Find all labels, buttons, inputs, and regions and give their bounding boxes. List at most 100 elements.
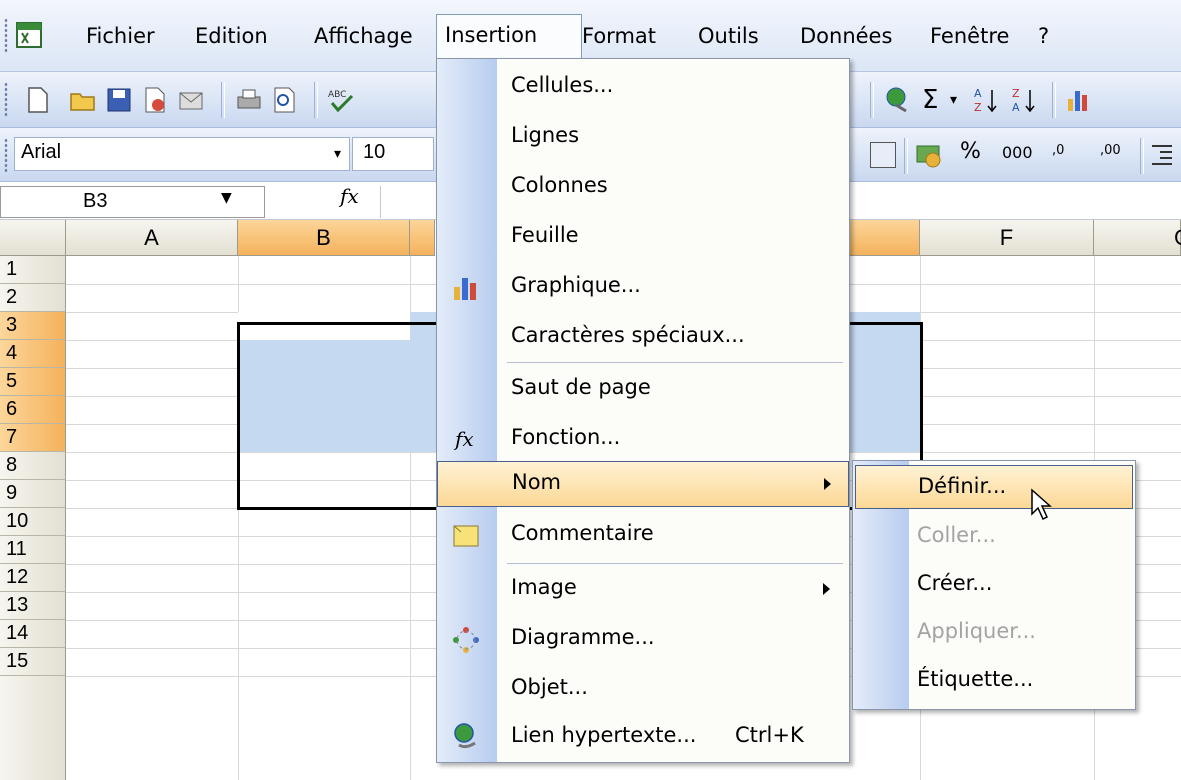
row-header-10[interactable]: 10 — [0, 508, 66, 536]
decrease-decimal-button[interactable]: ,00 — [1100, 143, 1121, 158]
column-header-f[interactable]: F — [920, 220, 1094, 256]
row-header-1[interactable]: 1 — [0, 256, 66, 284]
column-header-c[interactable] — [410, 220, 435, 256]
row-header-2[interactable]: 2 — [0, 284, 66, 312]
submenu-item-definir[interactable]: Définir... — [855, 465, 1133, 509]
row-header-11[interactable]: 11 — [0, 536, 66, 564]
row-header-9[interactable]: 9 — [0, 480, 66, 508]
row-header-5[interactable]: 5 — [0, 368, 66, 396]
formula-input[interactable] — [380, 186, 435, 218]
nom-submenu: Définir... Coller... Créer... Appliquer.… — [852, 460, 1136, 710]
svg-text:A: A — [974, 87, 982, 100]
menu-donnees[interactable]: Données — [792, 16, 900, 56]
row-header-3[interactable]: 3 — [0, 312, 66, 340]
currency-icon[interactable] — [914, 140, 944, 170]
column-header-g[interactable]: G — [1094, 220, 1181, 256]
spelling-icon[interactable]: ABC — [326, 85, 356, 115]
menubar-grip[interactable] — [4, 18, 8, 54]
row-header-4[interactable]: 4 — [0, 340, 66, 368]
menu-item-colonnes[interactable]: Colonnes — [437, 163, 849, 213]
submenu-item-creer[interactable]: Créer... — [853, 561, 1135, 611]
insertion-menu: Cellules... Lignes Colonnes Feuille Grap… — [436, 58, 850, 763]
indent-icon[interactable] — [1150, 142, 1174, 168]
svg-text:Z: Z — [974, 101, 982, 114]
submenu-item-coller: Coller... — [917, 523, 996, 547]
autosum-icon[interactable]: Σ — [922, 85, 952, 115]
row-header-15[interactable]: 15 — [0, 648, 66, 676]
permission-icon[interactable] — [140, 85, 170, 115]
chart-wizard-icon[interactable] — [1064, 85, 1094, 115]
chart-icon — [451, 273, 481, 303]
merge-center-icon[interactable] — [870, 142, 896, 168]
open-folder-icon[interactable] — [68, 85, 98, 115]
toolbar-separator — [1052, 82, 1056, 118]
save-icon[interactable] — [104, 85, 134, 115]
menu-item-nom[interactable]: Nom — [437, 461, 849, 507]
submenu-item-etiquette[interactable]: Étiquette... — [853, 657, 1135, 707]
menu-fichier[interactable]: Fichier — [78, 16, 163, 56]
menu-item-graphique[interactable]: Graphique... — [437, 263, 849, 313]
row-header-filler — [0, 676, 66, 780]
column-header-e[interactable] — [850, 220, 920, 256]
new-document-icon[interactable] — [22, 85, 52, 115]
menu-item-objet[interactable]: Objet... — [437, 665, 849, 715]
print-preview-icon[interactable] — [270, 85, 300, 115]
insert-function-icon[interactable]: fx — [340, 184, 359, 208]
font-size-box[interactable]: 10 — [352, 137, 434, 171]
row-header-6[interactable]: 6 — [0, 396, 66, 424]
menu-item-feuille[interactable]: Feuille — [437, 213, 849, 263]
menu-item-caracteres-speciaux[interactable]: Caractères spéciaux... — [437, 313, 849, 363]
menu-format[interactable]: Format — [574, 16, 664, 56]
row-header-12[interactable]: 12 — [0, 564, 66, 592]
excel-app-icon[interactable] — [14, 20, 44, 50]
name-box-dropdown-icon[interactable]: ▼ — [221, 190, 232, 206]
cell-reference: B3 — [83, 190, 108, 212]
menu-outils[interactable]: Outils — [690, 16, 767, 56]
hyperlink-icon — [451, 721, 481, 751]
menu-separator — [507, 362, 843, 363]
menu-item-lien-hypertexte[interactable]: Lien hypertexte... Ctrl+K — [437, 713, 849, 763]
comment-icon — [451, 521, 481, 551]
thousands-button[interactable]: 000 — [1002, 143, 1033, 162]
select-all-corner[interactable] — [0, 220, 66, 256]
toolbar-separator — [1140, 138, 1144, 174]
print-icon[interactable] — [234, 85, 264, 115]
name-box[interactable]: B3 ▼ — [0, 186, 265, 218]
menu-affichage[interactable]: Affichage — [306, 16, 421, 56]
increase-decimal-button[interactable]: ,0 — [1052, 143, 1064, 158]
menu-item-image[interactable]: Image — [437, 565, 849, 615]
submenu-arrow-icon — [824, 478, 831, 490]
menu-separator — [507, 563, 843, 564]
mouse-cursor-icon — [1030, 488, 1056, 522]
toolbar-grip[interactable] — [4, 138, 8, 172]
menu-item-saut-de-page[interactable]: Saut de page — [437, 365, 849, 415]
font-dropdown-icon[interactable]: ▾ — [334, 137, 341, 171]
percent-button[interactable]: % — [960, 139, 981, 164]
email-icon[interactable] — [176, 85, 206, 115]
toolbar-separator — [904, 138, 908, 174]
font-size-value: 10 — [363, 141, 386, 163]
column-header-b[interactable]: B — [238, 220, 410, 256]
row-header-7[interactable]: 7 — [0, 424, 66, 452]
row-header-13[interactable]: 13 — [0, 592, 66, 620]
sort-descending-icon[interactable]: ZA — [1010, 85, 1040, 115]
toolbar-separator — [314, 82, 318, 118]
menu-item-commentaire[interactable]: Commentaire — [437, 511, 849, 561]
toolbar-grip[interactable] — [4, 82, 8, 118]
function-icon: fx — [455, 427, 474, 451]
font-name-box[interactable]: Arial — [14, 137, 350, 171]
menu-edition[interactable]: Edition — [187, 16, 276, 56]
menu-item-cellules[interactable]: Cellules... — [437, 63, 849, 113]
menu-item-fonction[interactable]: fx Fonction... — [437, 415, 849, 465]
row-header-8[interactable]: 8 — [0, 452, 66, 480]
svg-text:ABC: ABC — [328, 90, 346, 100]
menu-fenetre[interactable]: Fenêtre — [922, 16, 1017, 56]
column-header-a[interactable]: A — [66, 220, 238, 256]
row-header-14[interactable]: 14 — [0, 620, 66, 648]
menu-item-diagramme[interactable]: Diagramme... — [437, 615, 849, 665]
menu-item-lignes[interactable]: Lignes — [437, 113, 849, 163]
menu-help[interactable]: ? — [1030, 16, 1057, 56]
hyperlink-toolbar-icon[interactable] — [884, 85, 914, 115]
sort-ascending-icon[interactable]: AZ — [972, 85, 1002, 115]
diagram-icon — [451, 625, 481, 655]
